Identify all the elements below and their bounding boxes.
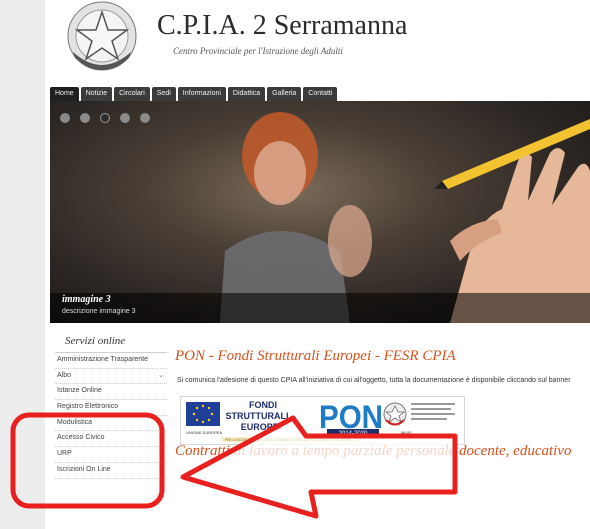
sidebar-item-iscrizioni-on-line[interactable]: Iscrizioni On Line — [55, 463, 167, 479]
tab-galleria[interactable]: Galleria — [267, 87, 302, 101]
sidebar-item-modulistica[interactable]: Modulistica — [55, 416, 167, 432]
slider-dot[interactable] — [140, 113, 150, 123]
sidebar-servizi-online: Servizi online Amministrazione Trasparen… — [55, 332, 167, 479]
hero-slider[interactable]: immagine 3 descrizione immagine 3 — [50, 101, 590, 323]
slider-dot[interactable] — [60, 113, 70, 123]
pon-banner[interactable]: UNIONE EUROPEA FONDI STRUTTURALI EUROPEI… — [180, 396, 465, 445]
sidebar-item-urp[interactable]: URP — [55, 447, 167, 463]
sidebar-item-istanze-online[interactable]: Istanze Online — [55, 384, 167, 401]
miur-label: MIUR — [401, 430, 411, 435]
fondi-text-3: EUROPEI — [241, 422, 282, 432]
site-title[interactable]: C.P.I.A. 2 Serramanna — [157, 10, 407, 42]
slider-dot[interactable] — [120, 113, 130, 123]
page: C.P.I.A. 2 Serramanna Centro Provinciale… — [45, 0, 590, 529]
site-subtitle: Centro Provinciale per l'Istruzione degl… — [173, 46, 343, 56]
news-title-contratti[interactable]: Contratti di lavoro a tempo parziale per… — [175, 443, 571, 460]
slider-dot[interactable] — [80, 113, 90, 123]
main-nav: Home Notizie Circolari Sedi Informazioni… — [50, 87, 338, 101]
caption-description: descrizione immagine 3 — [62, 308, 136, 315]
news-text: Si comunica l'adesione di questo CPIA al… — [177, 377, 571, 384]
banner-footer: PER LA SCUOLA - COMPETENZE E AMBIENTI PE… — [225, 438, 351, 442]
tab-informazioni[interactable]: Informazioni — [177, 87, 226, 101]
eu-label: UNIONE EUROPEA — [186, 430, 223, 435]
hero-photo — [220, 112, 590, 323]
tab-contatti[interactable]: Contatti — [303, 87, 338, 101]
pon-years: 2014-2020 — [339, 431, 368, 437]
sidebar-item-label: Albo — [57, 371, 72, 379]
sidebar-item-accesso-civico[interactable]: Accesso Civico — [55, 431, 167, 448]
tab-notizie[interactable]: Notizie — [80, 87, 113, 101]
sidebar-item-albo[interactable]: Albo ⌄ — [55, 369, 167, 385]
slider-dots — [60, 113, 150, 123]
chevron-down-icon: ⌄ — [158, 371, 164, 379]
fondi-text-1: FONDI — [249, 400, 277, 410]
left-gutter — [0, 0, 45, 529]
slider-caption: immagine 3 descrizione immagine 3 — [50, 293, 590, 323]
pon-banner-graphic: UNIONE EUROPEA FONDI STRUTTURALI EUROPEI… — [186, 399, 455, 442]
news-title-pon[interactable]: PON - Fondi Strutturali Europei - FESR C… — [175, 348, 456, 365]
tab-circolari[interactable]: Circolari — [114, 87, 150, 101]
fondi-text-2: STRUTTURALI — [226, 411, 289, 421]
repubblica-emblem-logo[interactable] — [63, 0, 141, 78]
sidebar-item-registro-elettronico[interactable]: Registro Elettronico — [55, 400, 167, 416]
tab-didattica[interactable]: Didattica — [227, 87, 266, 101]
slider-dot[interactable] — [100, 113, 110, 123]
sidebar-title: Servizi online — [55, 332, 167, 353]
sidebar-item-amministrazione-trasparente[interactable]: Amministrazione Trasparente — [55, 353, 167, 369]
tab-sedi[interactable]: Sedi — [151, 87, 176, 101]
tab-home[interactable]: Home — [50, 87, 79, 101]
caption-title: immagine 3 — [62, 294, 111, 305]
